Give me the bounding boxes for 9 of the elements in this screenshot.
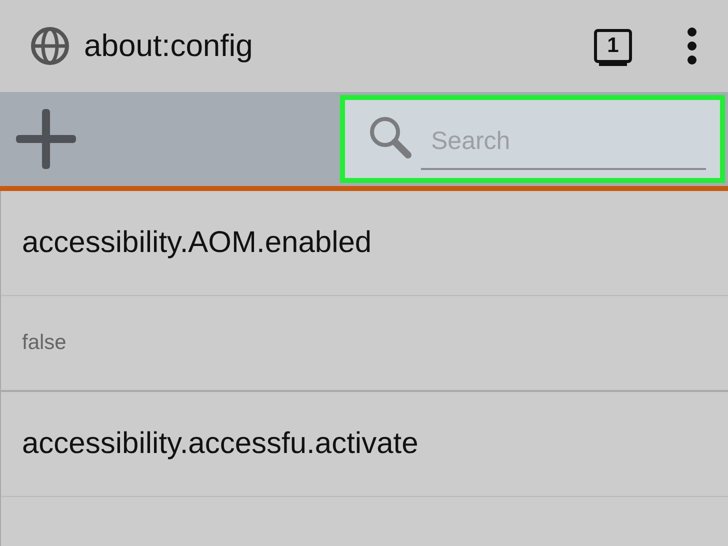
preference-name[interactable]: accessibility.accessfu.activate <box>22 427 418 461</box>
menu-icon[interactable] <box>686 26 698 66</box>
tab-count-button[interactable]: 1 <box>594 29 632 63</box>
globe-icon <box>30 26 70 66</box>
add-icon[interactable] <box>16 109 76 169</box>
preference-name[interactable]: accessibility.AOM.enabled <box>22 226 372 260</box>
preference-value: false <box>22 331 66 355</box>
url-text[interactable]: about:config <box>84 28 253 64</box>
search-icon <box>367 114 413 160</box>
